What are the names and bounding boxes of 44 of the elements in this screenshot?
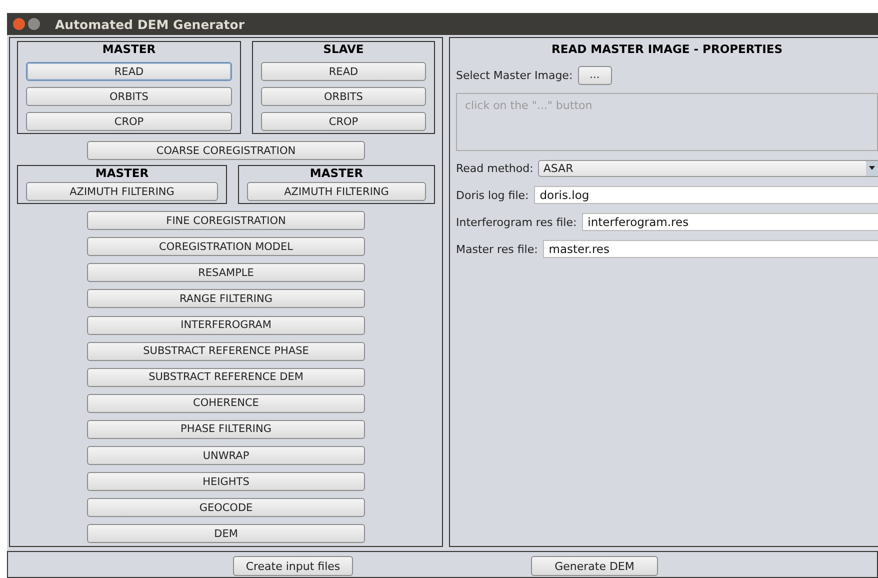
- group-title: MASTER: [95, 166, 149, 180]
- field-label: Read method:: [456, 162, 534, 174]
- close-icon[interactable]: [13, 18, 25, 30]
- step-button[interactable]: READ: [26, 62, 232, 81]
- step-button[interactable]: HEIGHTS: [87, 472, 365, 492]
- step-button[interactable]: COARSE COREGISTRATION: [87, 141, 365, 160]
- step-button[interactable]: COHERENCE: [87, 394, 365, 413]
- info-area[interactable]: click on the "..." button: [456, 93, 878, 151]
- step-button[interactable]: DEM: [87, 524, 365, 544]
- step-button[interactable]: UNWRAP: [87, 446, 365, 466]
- step-button[interactable]: ORBITS: [261, 87, 426, 106]
- field-label: Doris log file:: [456, 188, 529, 202]
- action-button[interactable]: Create input files: [233, 556, 353, 576]
- step-button[interactable]: COREGISTRATION MODEL: [87, 237, 365, 256]
- step-button[interactable]: GEOCODE: [87, 498, 365, 518]
- step-button[interactable]: RESAMPLE: [87, 263, 365, 282]
- input-field[interactable]: interferogram.res: [582, 213, 878, 231]
- dropdown-arrow-icon: [869, 166, 875, 170]
- field-label: Master res file:: [456, 242, 538, 256]
- read-method-dropdown[interactable]: ASAR: [538, 160, 878, 176]
- step-button[interactable]: SUBSTRACT REFERENCE PHASE: [87, 342, 365, 361]
- field-label: Interferogram res file:: [456, 216, 577, 228]
- group-title: MASTER: [310, 166, 364, 180]
- panel-title: READ MASTER IMAGE - PROPERTIES: [550, 42, 784, 56]
- step-button[interactable]: FINE COREGISTRATION: [87, 211, 365, 230]
- input-field[interactable]: doris.log: [534, 186, 878, 204]
- group-title: SLAVE: [323, 42, 364, 56]
- step-button[interactable]: AZIMUTH FILTERING: [247, 182, 426, 202]
- step-button[interactable]: PHASE FILTERING: [87, 420, 365, 439]
- minimize-icon[interactable]: [28, 18, 40, 30]
- field-label: Select Master Image:: [456, 68, 573, 82]
- group-title: MASTER: [102, 42, 156, 56]
- step-button[interactable]: AZIMUTH FILTERING: [26, 182, 218, 202]
- step-button[interactable]: ORBITS: [26, 87, 232, 106]
- step-button[interactable]: CROP: [261, 112, 426, 131]
- input-field[interactable]: master.res: [542, 240, 878, 258]
- window-title: Automated DEM Generator: [55, 16, 244, 32]
- step-button[interactable]: SUBSTRACT REFERENCE DEM: [87, 368, 365, 387]
- step-button[interactable]: RANGE FILTERING: [87, 289, 365, 308]
- browse-button[interactable]: ...: [578, 66, 612, 84]
- step-button[interactable]: READ: [261, 62, 426, 81]
- action-button[interactable]: Generate DEM: [531, 556, 658, 576]
- step-button[interactable]: CROP: [26, 112, 232, 131]
- step-button[interactable]: INTERFEROGRAM: [87, 316, 365, 335]
